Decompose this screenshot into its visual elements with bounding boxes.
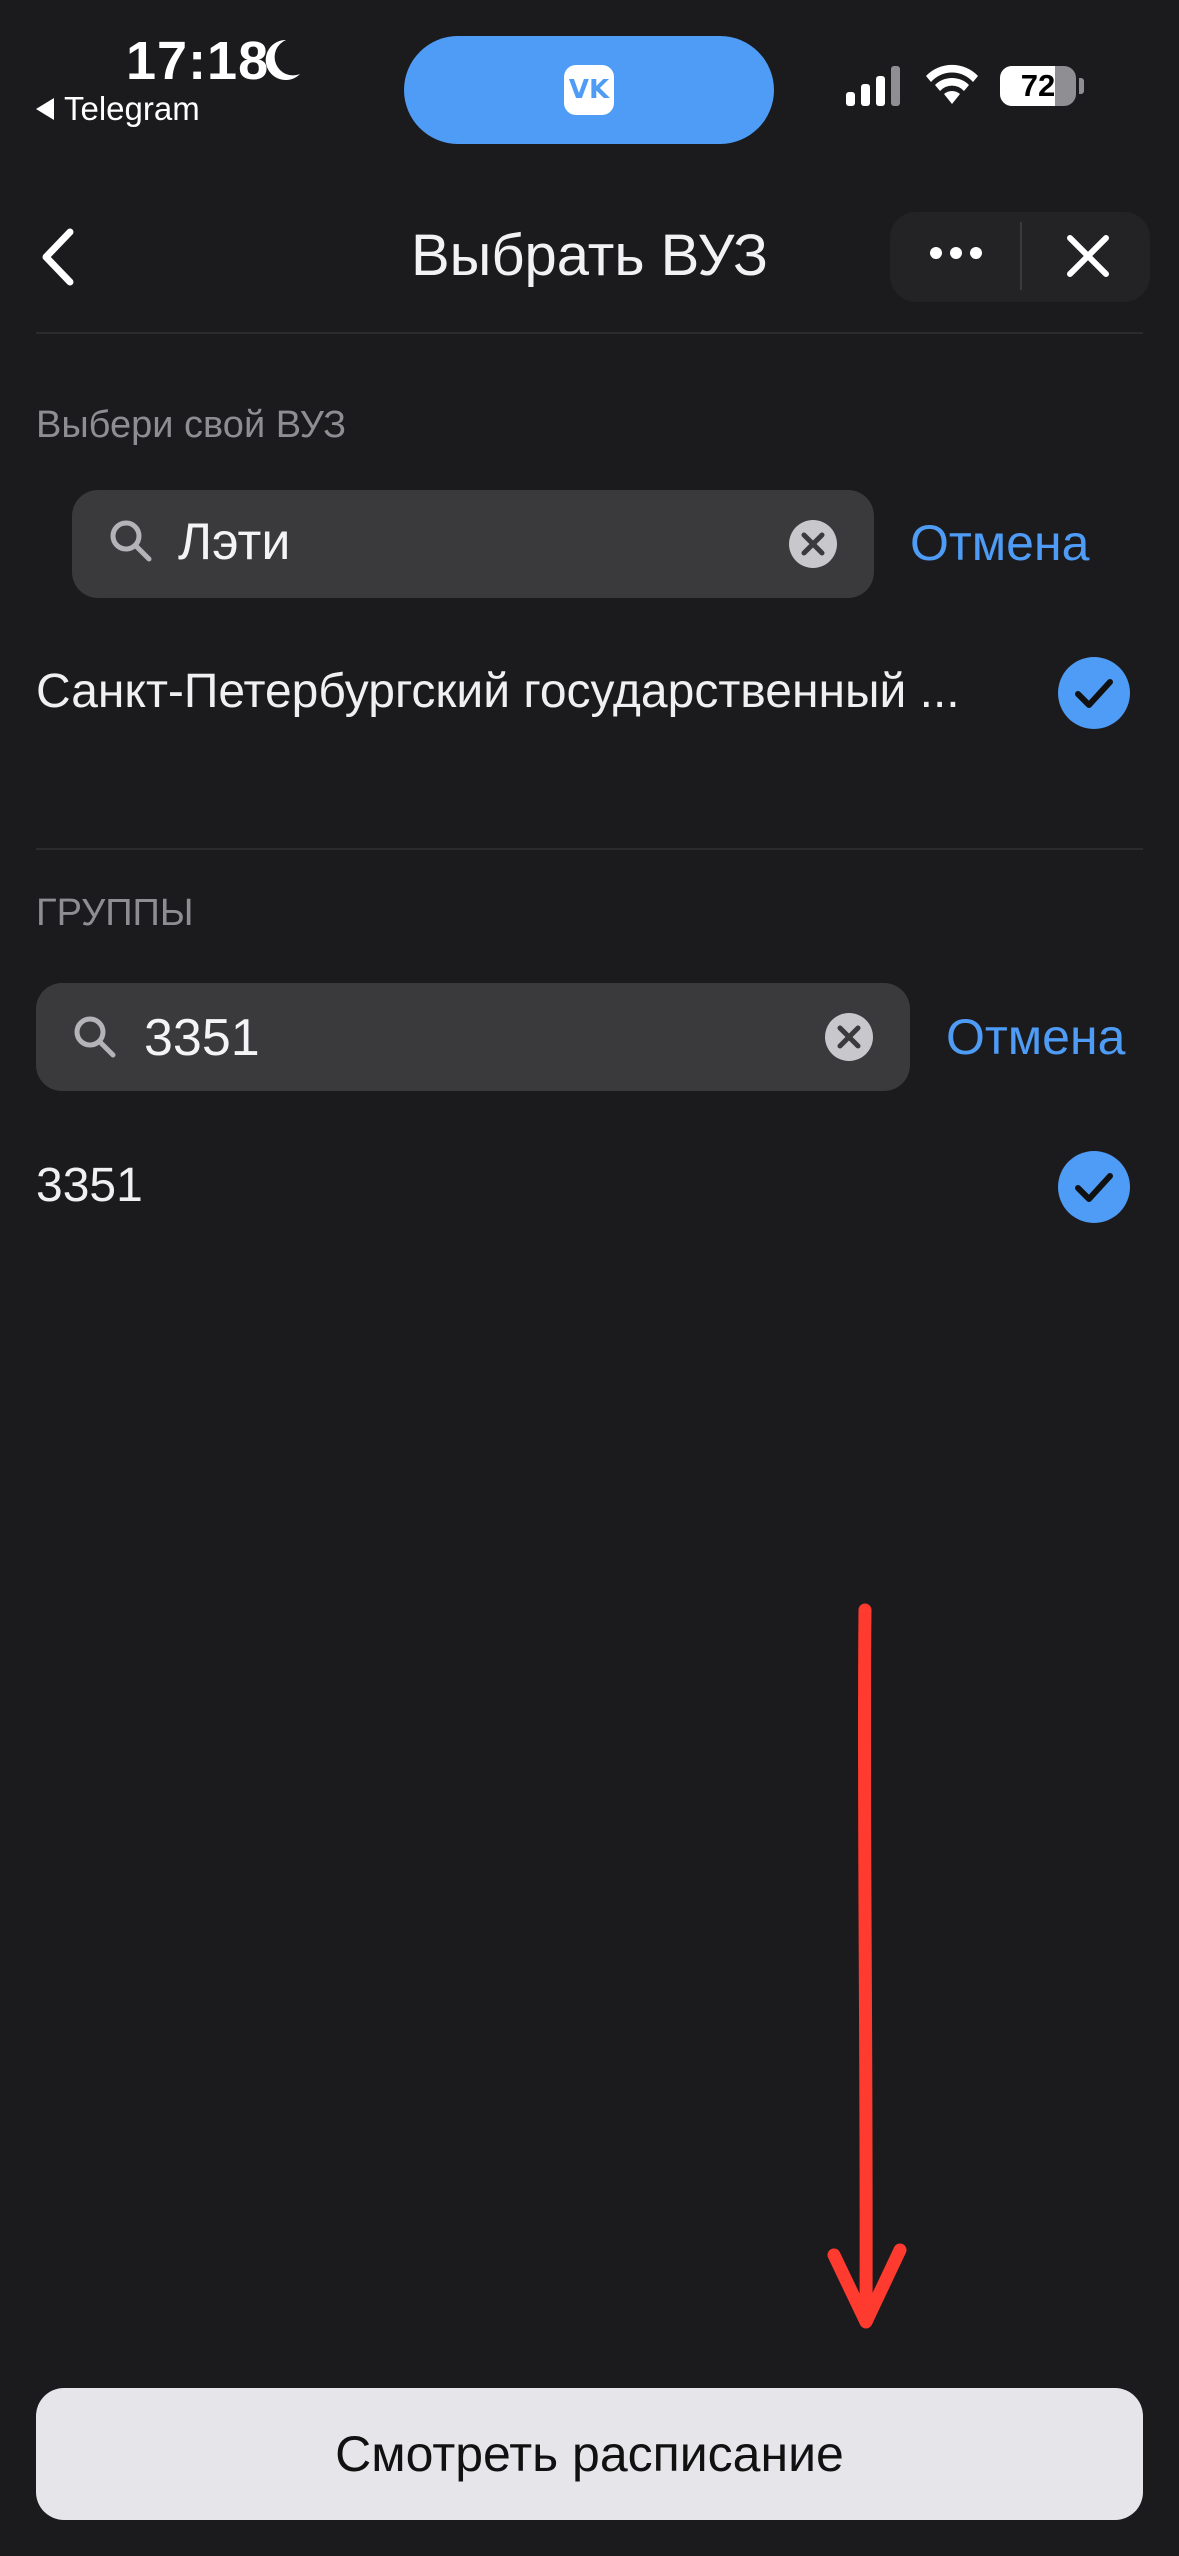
status-time: 17:18 — [126, 31, 270, 91]
university-result-item[interactable]: Санкт-Петербургский государственный ... — [36, 664, 960, 719]
battery-tip — [1079, 78, 1084, 94]
close-icon[interactable] — [1060, 228, 1116, 284]
group-result-item[interactable]: 3351 — [36, 1158, 143, 1213]
battery-icon: 72 — [1000, 66, 1076, 106]
clear-search-icon[interactable] — [788, 519, 838, 569]
wifi-icon — [926, 64, 978, 104]
battery-level: 72 — [1020, 68, 1056, 103]
header-divider — [36, 332, 1143, 334]
moon-icon — [265, 39, 300, 80]
group-search-value: 3351 — [144, 1009, 260, 1067]
back-triangle-icon — [36, 98, 54, 120]
view-schedule-button[interactable]: Смотреть расписание — [36, 2388, 1143, 2520]
group-cancel-button[interactable]: Отмена — [946, 1008, 1125, 1066]
university-cancel-button[interactable]: Отмена — [910, 514, 1089, 572]
clear-search-icon[interactable] — [824, 1012, 874, 1062]
back-to-app-link[interactable]: Telegram — [36, 90, 200, 128]
check-circle-icon — [1058, 1151, 1130, 1223]
university-search-value: Лэти — [178, 513, 291, 571]
more-dots-icon[interactable] — [930, 247, 982, 259]
section-divider — [36, 848, 1143, 850]
university-section-label: Выбери свой ВУЗ — [36, 404, 347, 446]
groups-section-label: ГРУППЫ — [36, 892, 194, 934]
search-icon — [74, 1016, 116, 1058]
dynamic-island[interactable]: VK — [404, 36, 774, 144]
annotation-arrow-icon — [827, 1603, 907, 2329]
back-app-label: Telegram — [64, 90, 200, 127]
check-circle-icon — [1058, 657, 1130, 729]
search-icon — [110, 520, 152, 562]
vk-icon: VK — [564, 65, 614, 115]
header-actions-divider — [1020, 222, 1022, 290]
cellular-signal-icon — [846, 64, 900, 106]
